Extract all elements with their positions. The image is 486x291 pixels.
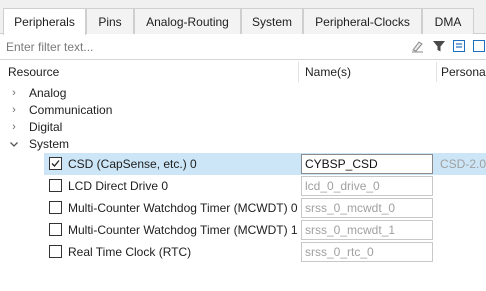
resource-name-field[interactable]: lcd_0_drive_0 [301,176,433,196]
tree-item-label: Digital [29,120,63,134]
resource-name-field[interactable]: srss_0_mcwdt_0 [301,198,433,218]
resource-label: LCD Direct Drive 0 [68,179,169,193]
chevron-right-icon[interactable]: › [8,102,20,119]
tab-label: Peripherals [14,15,75,29]
tab-pins[interactable]: Pins [86,8,134,34]
tab-dma[interactable]: DMA [422,8,474,34]
funnel-icon[interactable] [432,39,446,53]
tab-peripherals[interactable]: Peripherals [3,8,86,35]
filter-input[interactable] [6,38,426,56]
resource-label: Real Time Clock (RTC) [68,245,192,259]
tab-label: Peripheral-Clocks [315,14,410,29]
tree-item-system[interactable]: System [0,136,486,153]
tab-label: DMA [434,14,462,29]
resource-row-csd[interactable]: CSD (CapSense, etc.) 0 CYBSP_CSD CSD-2.0 [0,153,486,175]
collapse-all-icon[interactable] [452,39,466,53]
column-divider[interactable] [298,62,299,82]
enable-checkbox[interactable] [49,245,62,258]
enable-checkbox[interactable] [49,201,62,214]
chevron-down-icon[interactable] [8,136,20,153]
tree-item-label: System [29,137,70,151]
tab-label: Analog-Routing [146,14,229,29]
enable-checkbox[interactable] [49,157,62,170]
filter-bar [0,34,486,60]
tab-peripheral-clocks[interactable]: Peripheral-Clocks [303,8,422,34]
resource-name-field[interactable]: CYBSP_CSD [301,154,433,174]
tree-item-label: Analog [29,86,67,100]
tree-item-analog[interactable]: › Analog [0,85,486,102]
tree-item-label: Communication [29,103,113,117]
clear-filter-icon[interactable] [410,39,424,53]
resource-label: Multi-Counter Watchdog Timer (MCWDT) 1 [68,223,298,237]
chevron-right-icon[interactable]: › [8,119,20,136]
resource-row-mcwdt-1[interactable]: Multi-Counter Watchdog Timer (MCWDT) 1 s… [0,219,486,241]
tab-label: Pins [98,14,122,29]
column-header-resource[interactable]: Resource [8,61,59,83]
resource-row-mcwdt-0[interactable]: Multi-Counter Watchdog Timer (MCWDT) 0 s… [0,197,486,219]
column-divider[interactable] [436,62,437,82]
column-header-names[interactable]: Name(s) [305,61,351,83]
tab-label: System [251,14,292,29]
checkmark-icon [51,160,60,167]
enable-checkbox[interactable] [49,179,62,192]
resource-label: Multi-Counter Watchdog Timer (MCWDT) 0 [68,201,298,215]
column-header-personality[interactable]: Personal [441,61,486,83]
personality-value[interactable]: CSD-2.0 [440,153,486,175]
enable-checkbox[interactable] [49,223,62,236]
tree-item-communication[interactable]: › Communication [0,102,486,119]
chevron-right-icon[interactable]: › [8,85,20,102]
tab-bar: Peripherals Pins Analog-Routing System P… [0,0,486,35]
resource-row-lcd[interactable]: LCD Direct Drive 0 lcd_0_drive_0 [0,175,486,197]
resource-name-field[interactable]: srss_0_rtc_0 [301,242,433,262]
tab-system[interactable]: System [241,8,303,34]
tab-analog-routing[interactable]: Analog-Routing [134,8,241,34]
resource-label: CSD (CapSense, etc.) 0 [68,157,197,171]
expand-all-icon[interactable] [472,39,486,53]
tree-item-digital[interactable]: › Digital [0,119,486,136]
resource-row-rtc[interactable]: Real Time Clock (RTC) srss_0_rtc_0 [0,241,486,263]
resource-name-field[interactable]: srss_0_mcwdt_1 [301,220,433,240]
